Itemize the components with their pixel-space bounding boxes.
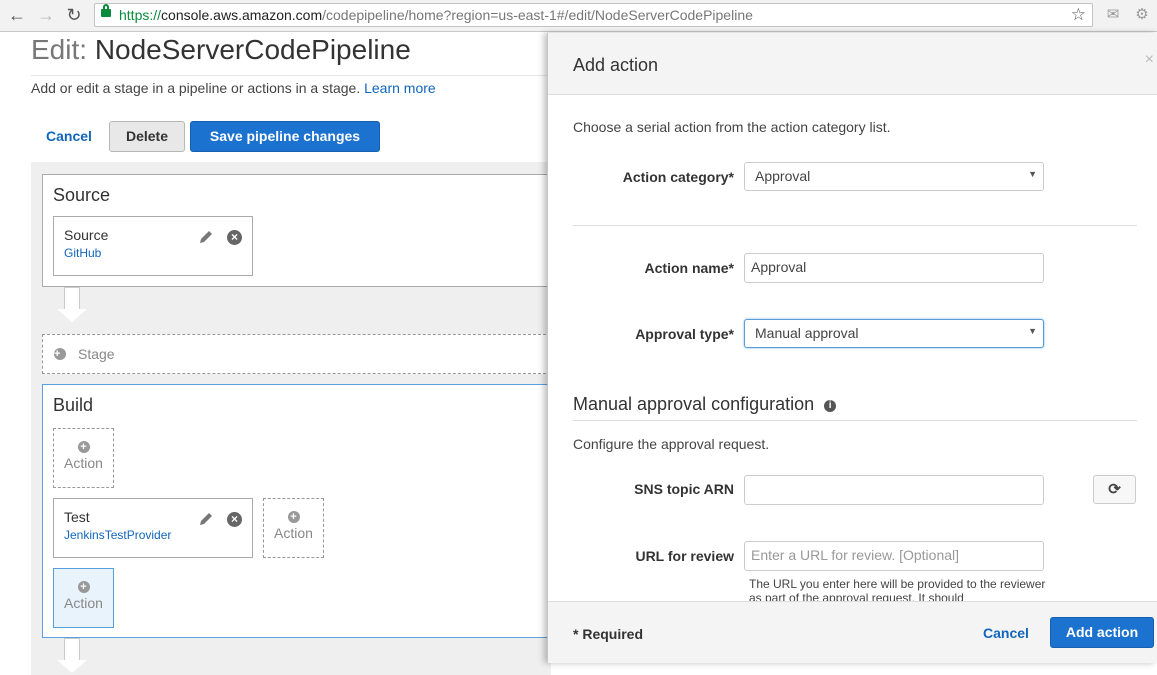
- browser-toolbar: ← → ↻ https://console.aws.amazon.com/cod…: [0, 0, 1157, 32]
- plus-icon: +: [54, 348, 66, 360]
- add-action-submit-button[interactable]: Add action: [1050, 617, 1154, 648]
- build-stage: Build + Action Test JenkinsTestProvider …: [42, 384, 551, 638]
- add-parallel-action-button[interactable]: + Action: [263, 498, 324, 558]
- back-icon[interactable]: ←: [6, 4, 28, 26]
- cancel-link[interactable]: Cancel: [46, 128, 92, 144]
- section-divider: [573, 225, 1137, 226]
- action-title: Source: [64, 227, 109, 243]
- plus-icon: +: [77, 441, 90, 453]
- info-icon[interactable]: i: [824, 400, 837, 412]
- url-text: https://console.aws.amazon.com/codepipel…: [119, 7, 753, 23]
- extension-icon[interactable]: ✉: [1104, 6, 1122, 24]
- plus-icon: +: [77, 581, 90, 593]
- source-stage: Source Source GitHub ×: [42, 174, 551, 287]
- action-provider-link[interactable]: JenkinsTestProvider: [64, 528, 171, 542]
- dialog-intro: Choose a serial action from the action c…: [573, 119, 891, 135]
- bookmark-star-icon[interactable]: ☆: [1071, 5, 1086, 25]
- add-action-label: Action: [64, 595, 103, 611]
- delete-button[interactable]: Delete: [109, 121, 185, 152]
- address-bar[interactable]: https://console.aws.amazon.com/codepipel…: [94, 3, 1093, 27]
- source-action-card[interactable]: Source GitHub ×: [53, 216, 253, 276]
- plus-icon: +: [287, 511, 300, 523]
- add-action-button[interactable]: + Action: [53, 428, 114, 488]
- sns-topic-label: SNS topic ARN: [634, 481, 734, 497]
- dialog-footer: * Required Cancel Add action: [548, 601, 1157, 663]
- dialog-title: Add action: [573, 55, 659, 75]
- add-stage-label: Stage: [78, 346, 115, 362]
- title-divider: [31, 75, 551, 76]
- add-action-label: Action: [64, 455, 103, 471]
- page-subtitle: Add or edit a stage in a pipeline or act…: [31, 80, 436, 96]
- stage-title: Build: [53, 395, 94, 415]
- learn-more-link[interactable]: Learn more: [364, 80, 436, 96]
- action-name-input[interactable]: Approval: [744, 253, 1044, 283]
- action-category-label: Action category*: [622, 169, 734, 185]
- action-title: Test: [64, 509, 90, 525]
- section-description: Configure the approval request.: [573, 436, 770, 452]
- section-divider: [573, 420, 1137, 421]
- edit-pencil-icon[interactable]: [198, 511, 214, 527]
- dropdown-caret-icon: ▼: [1028, 169, 1037, 179]
- review-url-label: URL for review: [635, 548, 734, 564]
- approval-type-label: Approval type*: [635, 326, 734, 342]
- refresh-icon[interactable]: ⟳: [1093, 475, 1136, 504]
- edit-pencil-icon[interactable]: [198, 229, 214, 245]
- section-title: Manual approval configuration i: [573, 394, 837, 415]
- dialog-cancel-button[interactable]: Cancel: [983, 625, 1029, 641]
- sns-topic-input[interactable]: [744, 475, 1044, 505]
- action-category-select[interactable]: Approval ▼: [744, 162, 1044, 191]
- add-serial-action-button[interactable]: + Action: [53, 568, 114, 628]
- pipeline-canvas: Source Source GitHub × + Stage Build + A…: [31, 162, 551, 675]
- settings-gear-icon[interactable]: ⚙: [1133, 6, 1151, 24]
- flow-arrow-icon: [57, 638, 87, 673]
- lock-icon: [101, 4, 111, 17]
- add-action-dialog: Add action × Choose a serial action from…: [547, 33, 1157, 663]
- action-provider-link[interactable]: GitHub: [64, 246, 101, 260]
- dialog-header: Add action ×: [548, 33, 1157, 95]
- close-icon[interactable]: ×: [1145, 51, 1154, 69]
- stage-title: Source: [53, 185, 111, 205]
- review-url-input[interactable]: Enter a URL for review. [Optional]: [744, 541, 1044, 571]
- delete-action-icon[interactable]: ×: [227, 512, 242, 527]
- reload-icon[interactable]: ↻: [63, 4, 85, 26]
- add-action-label: Action: [274, 525, 313, 541]
- forward-icon[interactable]: →: [35, 4, 57, 26]
- action-name-label: Action name*: [644, 260, 734, 276]
- save-pipeline-button[interactable]: Save pipeline changes: [190, 121, 380, 152]
- delete-action-icon[interactable]: ×: [227, 230, 242, 245]
- add-stage-button[interactable]: + Stage: [42, 334, 551, 374]
- flow-arrow-icon: [57, 287, 87, 322]
- required-note: * Required: [573, 626, 644, 642]
- dropdown-caret-icon: ▼: [1028, 326, 1037, 336]
- approval-type-select[interactable]: Manual approval ▼: [744, 319, 1044, 348]
- test-action-card[interactable]: Test JenkinsTestProvider ×: [53, 498, 253, 558]
- page-title: Edit: NodeServerCodePipeline: [31, 34, 411, 65]
